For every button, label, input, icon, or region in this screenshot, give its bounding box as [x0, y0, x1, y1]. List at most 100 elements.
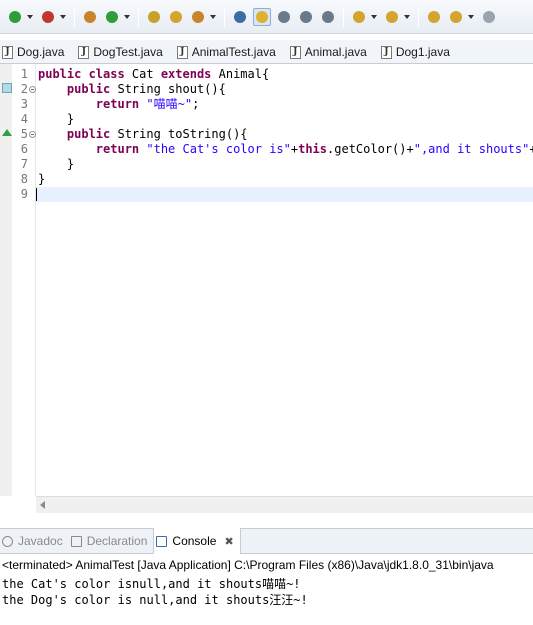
editor-tabs: J Dog.java J DogTest.java J AnimalTest.java J A…: [0, 40, 533, 64]
code-token: String shout(){: [117, 82, 226, 96]
editor-tab[interactable]: J DogTest.java: [76, 40, 174, 63]
editor-tab-label: DogTest.java: [93, 45, 163, 59]
search-icon[interactable]: [189, 8, 207, 26]
panel-tab-label: Console: [172, 534, 217, 548]
code-line[interactable]: [36, 187, 533, 202]
code-token: String toString(){: [117, 127, 248, 141]
code-token: +: [529, 142, 533, 156]
code-area[interactable]: public class Cat extends Animal{ public …: [36, 64, 533, 496]
block-selection-icon[interactable]: [275, 8, 293, 26]
debug-run-icon[interactable]: [39, 8, 57, 26]
panel-tab-javadoc[interactable]: Javadoc: [0, 528, 69, 554]
editor-tab[interactable]: J AnimalTest.java: [175, 40, 288, 63]
code-token: Animal{: [218, 67, 270, 81]
java-file-icon: J: [2, 45, 13, 59]
editor-tab[interactable]: J Dog.java: [0, 40, 76, 63]
open-type-icon[interactable]: [145, 8, 163, 26]
horizontal-scrollbar[interactable]: [36, 496, 533, 513]
panel-tab-console[interactable]: Console ✖: [153, 528, 241, 554]
java-file-icon: J: [289, 45, 301, 59]
code-line[interactable]: }: [38, 172, 45, 187]
previous-annotation-icon[interactable]: [383, 8, 401, 26]
dropdown-arrow-icon[interactable]: [467, 8, 475, 26]
editor-tab[interactable]: J Dog1.java: [379, 40, 462, 63]
keyword-token: extends: [160, 67, 219, 81]
scroll-left-icon[interactable]: [40, 501, 45, 509]
run-icon[interactable]: [6, 8, 24, 26]
line-number-gutter: 123456789: [12, 64, 36, 496]
console-icon: [156, 535, 168, 547]
editor-tab-label: Animal.java: [304, 45, 367, 59]
java-file-icon: J: [78, 45, 90, 59]
code-line[interactable]: public class Cat extends Animal{: [38, 67, 269, 82]
panel-tab-declaration[interactable]: Declaration: [69, 528, 154, 554]
keyword-token: public class: [38, 67, 132, 81]
code-line[interactable]: public String shout(){: [38, 82, 226, 97]
toolbar-separator: [138, 6, 139, 27]
editor-tab[interactable]: J Animal.java: [288, 40, 379, 63]
code-token: }: [38, 157, 75, 171]
string-token: "the Cat's color is": [146, 142, 291, 156]
dropdown-arrow-icon[interactable]: [403, 8, 411, 26]
keyword-token: public: [66, 127, 118, 141]
overview-ruler: [0, 64, 12, 496]
dropdown-arrow-icon[interactable]: [209, 8, 217, 26]
code-line[interactable]: return "喵喵~";: [38, 97, 200, 112]
panel-tab-label: Javadoc: [18, 534, 63, 548]
next-annotation-icon[interactable]: [350, 8, 368, 26]
console-output-line: the Dog's color is null,and it shouts汪汪~…: [2, 593, 308, 607]
console-view[interactable]: <terminated> AnimalTest [Java Applicatio…: [0, 554, 533, 625]
console-output-line: the Cat's color isnull,and it shouts喵喵~!: [2, 577, 301, 591]
dropdown-arrow-icon[interactable]: [59, 8, 67, 26]
override-indicator-icon[interactable]: [2, 129, 12, 136]
toolbar-separator: [418, 6, 419, 27]
code-token: }: [38, 172, 46, 186]
editor-tab-label: Dog.java: [17, 45, 65, 59]
mark-occurrences-icon[interactable]: [253, 7, 271, 26]
code-line[interactable]: public String toString(){: [38, 127, 248, 142]
line-number: 6: [20, 142, 28, 156]
line-number: 1: [20, 67, 28, 81]
last-edit-location-icon[interactable]: [425, 8, 443, 26]
line-number: 7: [20, 157, 28, 171]
back-icon[interactable]: [447, 8, 465, 26]
dropdown-arrow-icon[interactable]: [123, 8, 131, 26]
dropdown-arrow-icon[interactable]: [370, 8, 378, 26]
main-toolbar: [0, 0, 533, 34]
line-number: 4: [20, 112, 28, 126]
code-line[interactable]: }: [38, 157, 74, 172]
close-icon[interactable]: ✖: [224, 535, 233, 548]
editor-tab-label: AnimalTest.java: [191, 45, 276, 59]
fold-toggle-icon[interactable]: [29, 131, 36, 138]
code-line[interactable]: return "the Cat's color is" + this.getColo…: [38, 142, 533, 157]
console-status: <terminated> AnimalTest [Java Applicatio…: [2, 558, 494, 572]
code-token: Cat: [131, 67, 161, 81]
keyword-token: return: [95, 97, 147, 111]
new-java-package-icon[interactable]: [81, 8, 99, 26]
fold-toggle-icon[interactable]: [29, 86, 36, 93]
toolbar-separator: [74, 6, 75, 27]
toolbar-separator: [343, 6, 344, 27]
code-editor[interactable]: 123456789 public class Cat extends Anima…: [0, 64, 533, 496]
editor-tab-label: Dog1.java: [395, 45, 450, 59]
open-folder-icon[interactable]: [167, 8, 185, 26]
forward-icon[interactable]: [480, 8, 498, 26]
show-whitespace-icon[interactable]: [319, 8, 337, 26]
dropdown-arrow-icon[interactable]: [26, 8, 34, 26]
line-number: 5: [20, 127, 28, 141]
string-token: "喵喵~": [146, 97, 193, 111]
code-token: }: [38, 112, 75, 126]
line-number: 3: [20, 97, 28, 111]
override-marker-icon[interactable]: [2, 83, 12, 93]
keyword-token: this: [298, 142, 328, 156]
word-wrap-icon[interactable]: [297, 8, 315, 26]
line-number: 9: [20, 187, 28, 201]
new-java-class-icon[interactable]: [103, 8, 121, 26]
toolbar-separator: [224, 6, 225, 27]
code-line[interactable]: }: [38, 112, 74, 127]
panel-tab-label: Declaration: [86, 534, 148, 548]
toggle-breadcrumb-icon[interactable]: [231, 8, 249, 26]
